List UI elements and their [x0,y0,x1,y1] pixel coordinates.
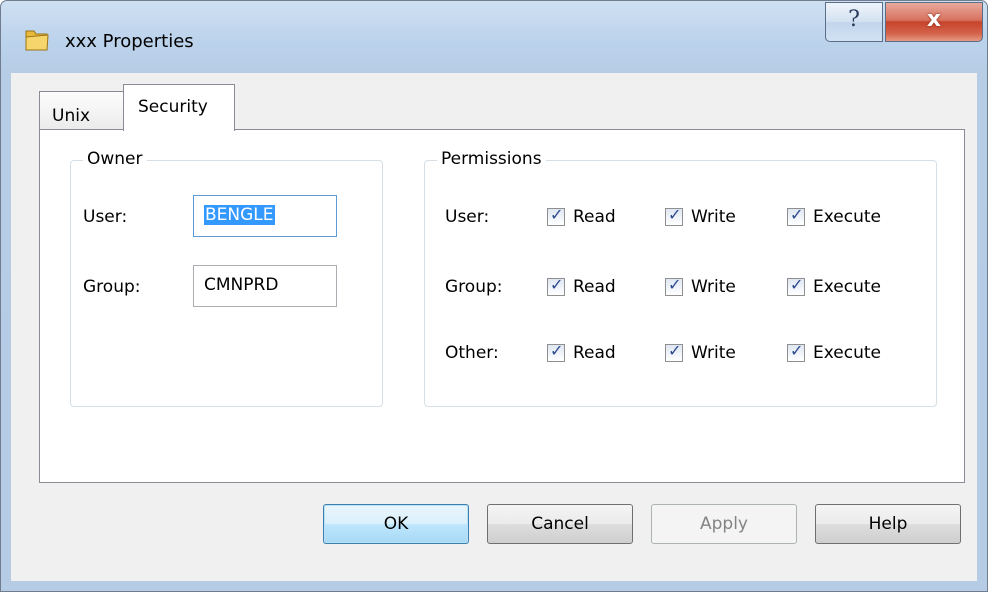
check-icon: ✓ [550,205,564,224]
owner-group-title: Owner [83,149,147,169]
perm-other-execute-checkbox[interactable]: ✓ [787,341,805,362]
perm-user-label: User: [445,207,490,227]
title-bar[interactable]: xxx Properties ? x [1,1,987,73]
ok-button-label: OK [383,514,409,534]
check-icon: ✓ [668,275,682,294]
cancel-button-label: Cancel [531,514,589,534]
properties-window: xxx Properties ? x Unix Security Owner U… [0,0,988,592]
security-tab-panel: Owner User: BENGLE Group: CMNPRD Permiss… [39,129,965,483]
window-title: xxx Properties [65,31,194,52]
perm-user-read-checkbox[interactable]: ✓ [547,205,565,226]
apply-button[interactable]: Apply [651,504,797,544]
perm-user-read-label[interactable]: Read [573,207,616,227]
perm-group-execute-checkbox[interactable]: ✓ [787,275,805,296]
perm-group-read-label[interactable]: Read [573,277,616,297]
check-icon: ✓ [790,205,804,224]
owner-group-label: Group: [83,277,141,297]
perm-user-write-checkbox[interactable]: ✓ [665,205,683,226]
apply-button-label: Apply [700,514,748,534]
question-icon: ? [848,7,860,32]
tab-unix-label: Unix [52,106,91,126]
check-icon: ✓ [668,341,682,360]
close-button[interactable]: x [885,2,983,42]
owner-group-input[interactable]: CMNPRD [193,265,337,307]
dialog-client-area: Unix Security Owner User: BENGLE Group: … [11,73,977,581]
perm-group-read-checkbox[interactable]: ✓ [547,275,565,296]
perm-group-execute-label[interactable]: Execute [813,277,881,297]
perm-other-label: Other: [445,343,499,363]
tab-security-label: Security [138,97,208,117]
close-icon: x [926,7,942,32]
perm-user-execute-checkbox[interactable]: ✓ [787,205,805,226]
owner-user-label: User: [83,207,128,227]
check-icon: ✓ [550,275,564,294]
check-icon: ✓ [790,341,804,360]
perm-other-write-label[interactable]: Write [691,343,736,363]
folder-icon [25,30,49,51]
check-icon: ✓ [550,341,564,360]
perm-other-execute-label[interactable]: Execute [813,343,881,363]
cancel-button[interactable]: Cancel [487,504,633,544]
permissions-group-title: Permissions [437,149,546,169]
perm-group-write-label[interactable]: Write [691,277,736,297]
tab-security[interactable]: Security [123,84,235,131]
permissions-group: Permissions User: ✓ Read ✓ Write ✓ Execu… [424,149,937,407]
perm-other-write-checkbox[interactable]: ✓ [665,341,683,362]
check-icon: ✓ [790,275,804,294]
check-icon: ✓ [668,205,682,224]
tab-unix[interactable]: Unix [39,91,127,130]
help-button[interactable]: Help [815,504,961,544]
perm-user-execute-label[interactable]: Execute [813,207,881,227]
perm-group-write-checkbox[interactable]: ✓ [665,275,683,296]
owner-group: Owner User: BENGLE Group: CMNPRD [70,149,383,407]
owner-user-value: BENGLE [204,205,275,225]
perm-user-write-label[interactable]: Write [691,207,736,227]
help-title-button[interactable]: ? [825,2,883,42]
help-button-label: Help [868,514,908,534]
owner-group-value: CMNPRD [204,275,279,295]
perm-other-read-checkbox[interactable]: ✓ [547,341,565,362]
owner-user-input[interactable]: BENGLE [193,195,337,237]
perm-group-label: Group: [445,277,503,297]
perm-other-read-label[interactable]: Read [573,343,616,363]
ok-button[interactable]: OK [323,504,469,544]
